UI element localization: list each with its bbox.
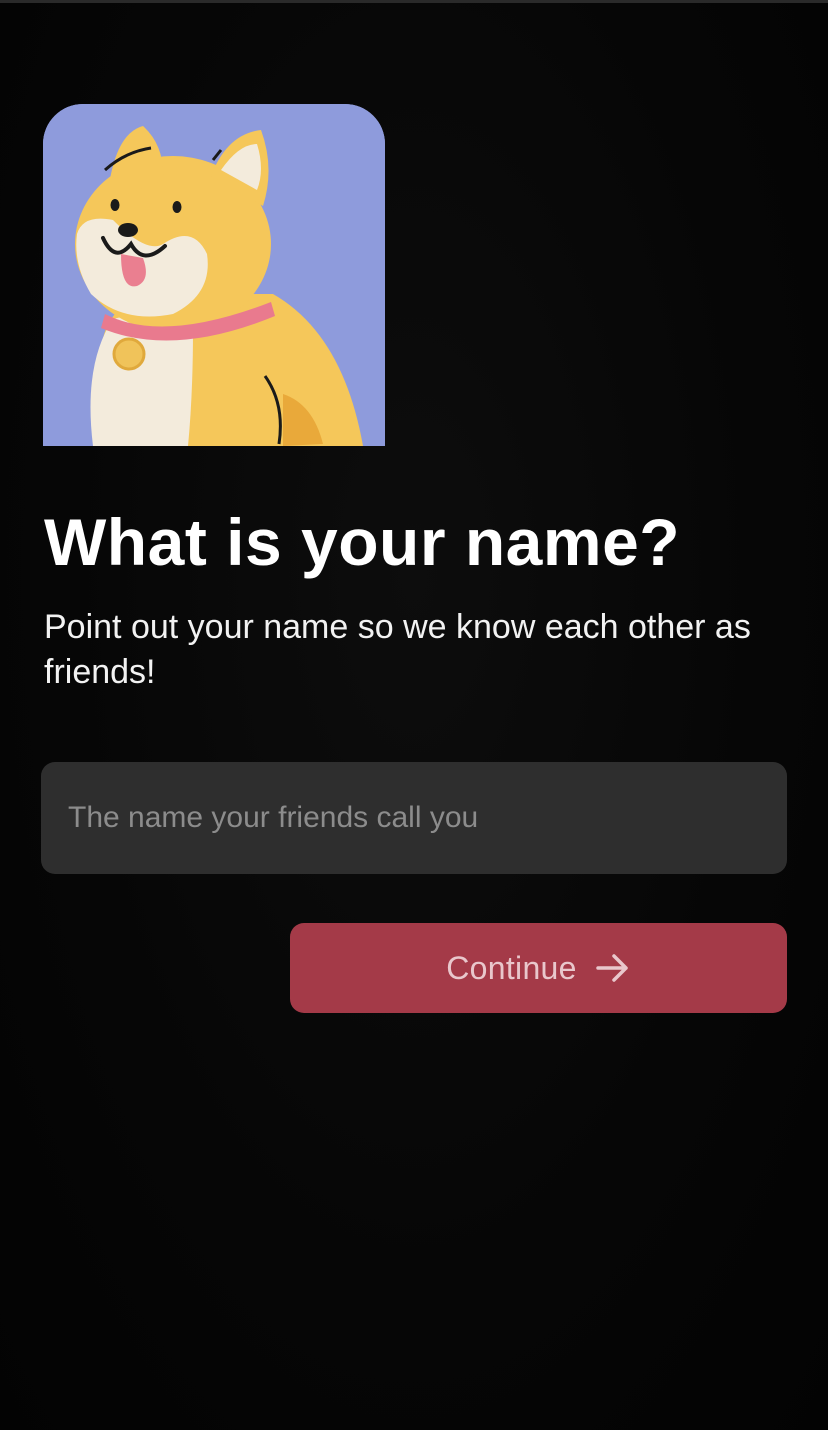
shiba-dog-avatar-icon xyxy=(43,104,385,446)
page-title: What is your name? xyxy=(44,505,681,579)
arrow-right-icon xyxy=(595,953,631,983)
page-subtitle: Point out your name so we know each othe… xyxy=(44,608,751,691)
continue-button-label: Continue xyxy=(446,949,577,986)
continue-button[interactable]: Continue xyxy=(290,923,787,1013)
name-input[interactable] xyxy=(41,762,787,874)
